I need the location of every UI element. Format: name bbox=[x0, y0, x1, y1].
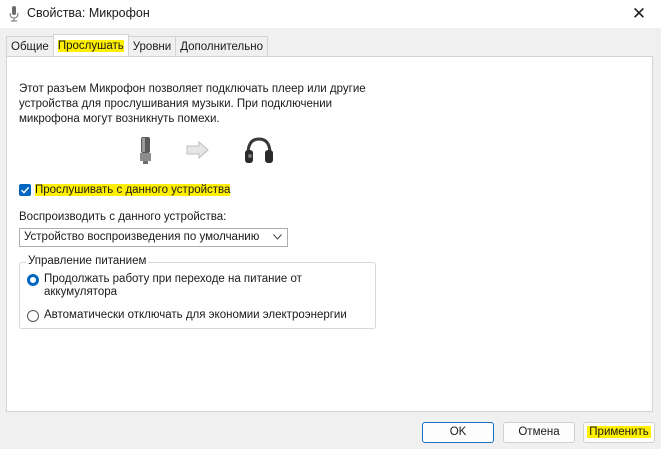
radio-label: Автоматически отключать для экономии эле… bbox=[44, 309, 347, 322]
ok-button[interactable]: OK bbox=[422, 422, 494, 443]
listen-panel: Этот разъем Микрофон позволяет подключат… bbox=[6, 56, 653, 412]
chevron-down-icon bbox=[273, 234, 282, 240]
power-management-group: Управление питанием Продолжать работу пр… bbox=[19, 255, 376, 329]
playback-device-label: Воспроизводить с данного устройства: bbox=[19, 211, 227, 223]
radio-button[interactable] bbox=[27, 274, 39, 286]
group-legend: Управление питанием bbox=[26, 255, 149, 267]
title-bar: Свойства: Микрофон ✕ bbox=[0, 0, 661, 28]
radio-label-line: Автоматически отключать для экономии эле… bbox=[44, 309, 347, 321]
tab-bar: Общие Прослушать Уровни Дополнительно bbox=[6, 34, 268, 57]
microphone-icon bbox=[140, 137, 151, 164]
tab-levels[interactable]: Уровни bbox=[127, 36, 177, 56]
radio-label-line: аккумулятора bbox=[44, 286, 118, 298]
description-line: Этот разъем Микрофон позволяет подключат… bbox=[19, 83, 366, 95]
radio-button[interactable] bbox=[27, 310, 39, 322]
button-label: OK bbox=[449, 426, 467, 438]
tab-label: Общие bbox=[11, 41, 49, 53]
select-value: Устройство воспроизведения по умолчанию bbox=[24, 231, 260, 243]
listen-illustration bbox=[140, 137, 273, 164]
check-icon bbox=[21, 186, 30, 194]
tab-label: Прослушать bbox=[57, 40, 124, 52]
description: Этот разъем Микрофон позволяет подключат… bbox=[19, 82, 379, 127]
listen-checkbox-label: Прослушивать с данного устройства bbox=[35, 184, 231, 196]
radio-auto-disable[interactable]: Автоматически отключать для экономии эле… bbox=[27, 309, 347, 322]
description-line: устройства для прослушивания музыки. При… bbox=[19, 98, 333, 110]
listen-checkbox-row[interactable]: Прослушивать с данного устройства bbox=[19, 184, 231, 196]
playback-device-select[interactable]: Устройство воспроизведения по умолчанию bbox=[19, 228, 288, 247]
tab-general[interactable]: Общие bbox=[6, 36, 54, 56]
cancel-button[interactable]: Отмена bbox=[503, 422, 575, 443]
apply-button[interactable]: Применить bbox=[583, 422, 655, 443]
button-label: Отмена bbox=[518, 426, 560, 438]
listen-checkbox[interactable] bbox=[19, 184, 31, 196]
radio-continue-on-battery[interactable]: Продолжать работу при переходе на питани… bbox=[27, 273, 302, 299]
description-line: микрофона могут возникнуть помехи. bbox=[19, 113, 220, 125]
headphones-icon bbox=[245, 137, 273, 163]
close-button[interactable]: ✕ bbox=[625, 2, 653, 26]
arrow-right-icon bbox=[186, 140, 209, 160]
tab-label: Дополнительно bbox=[180, 41, 263, 53]
tab-label: Уровни bbox=[132, 41, 172, 53]
tab-listen[interactable]: Прослушать bbox=[52, 34, 129, 56]
close-icon: ✕ bbox=[631, 4, 647, 23]
microphone-icon bbox=[9, 6, 19, 22]
radio-label: Продолжать работу при переходе на питани… bbox=[44, 273, 302, 299]
radio-label-line: Продолжать работу при переходе на питани… bbox=[44, 273, 302, 285]
button-label: Применить bbox=[587, 426, 651, 438]
window-title: Свойства: Микрофон bbox=[27, 6, 150, 20]
tab-advanced[interactable]: Дополнительно bbox=[175, 36, 268, 56]
